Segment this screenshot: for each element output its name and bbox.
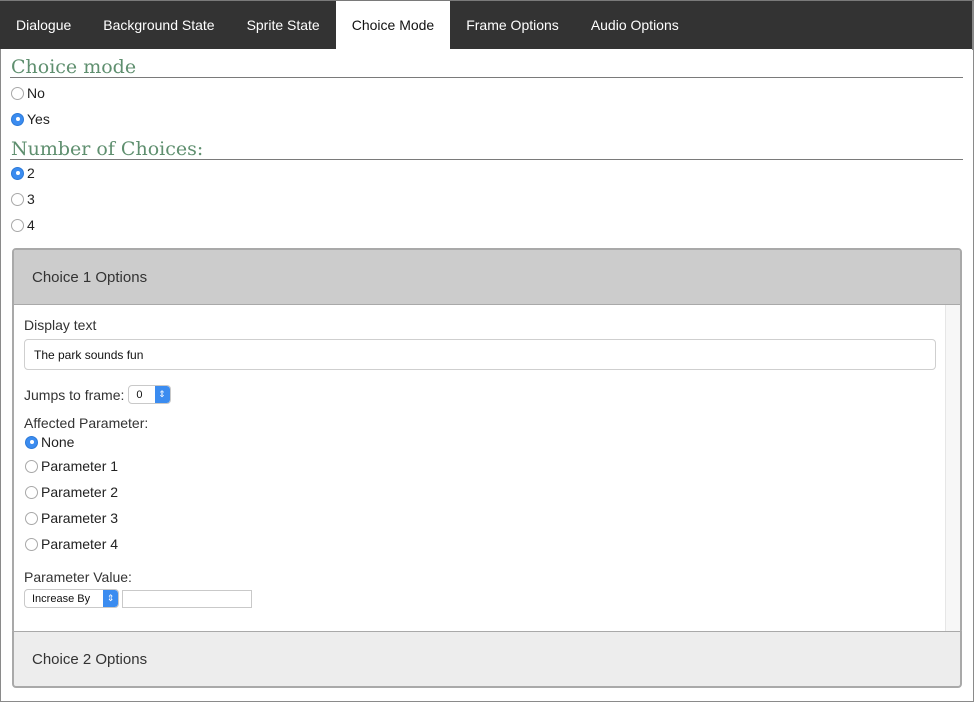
radio-button-checked[interactable]	[25, 435, 38, 449]
tab-choice-mode[interactable]: Choice Mode	[335, 1, 451, 49]
parameter-value-label: Parameter Value:	[24, 569, 132, 585]
radio-button-checked[interactable]	[11, 112, 24, 126]
jumps-to-frame-label: Jumps to frame:	[24, 386, 125, 403]
tab-dialogue[interactable]: Dialogue	[0, 1, 87, 49]
radio-label: 2	[27, 165, 35, 181]
display-text-input[interactable]: The park sounds fun	[24, 339, 936, 370]
number-of-choices-heading: Number of Choices:	[10, 139, 963, 160]
radio-button[interactable]	[25, 537, 38, 551]
radio-param-2[interactable]: Parameter 2	[24, 479, 950, 505]
choice-2-header[interactable]: Choice 2 Options	[12, 631, 962, 688]
select-arrows-icon: ⇕	[103, 590, 119, 607]
radio-param-4[interactable]: Parameter 4	[24, 531, 950, 557]
scrollbar[interactable]	[945, 305, 960, 632]
radio-button-checked[interactable]	[11, 166, 24, 180]
choice-mode-content: Choice mode No Yes Number of Choices: 2 …	[10, 49, 963, 688]
choice-1-body: Display text The park sounds fun Jumps t…	[14, 305, 960, 632]
tab-frame-options[interactable]: Frame Options	[450, 1, 575, 49]
radio-param-1[interactable]: Parameter 1	[24, 453, 950, 479]
jumps-to-frame-value: 0	[136, 388, 143, 401]
radio-label: Parameter 1	[41, 458, 119, 474]
parameter-operation-select[interactable]: Increase By ⇕	[24, 589, 120, 608]
radio-label: 3	[27, 191, 35, 207]
display-text-label: Display text	[24, 317, 97, 333]
select-arrows-icon: ⇕	[154, 386, 170, 403]
radio-label: None	[41, 434, 75, 450]
radio-label: No	[27, 85, 45, 101]
radio-label: Parameter 4	[41, 536, 119, 552]
jumps-to-frame-row: Jumps to frame: 0 ⇕	[24, 385, 950, 404]
radio-label: 4	[27, 217, 35, 233]
tab-audio-options[interactable]: Audio Options	[575, 1, 695, 49]
radio-button[interactable]	[11, 218, 24, 232]
radio-param-3[interactable]: Parameter 3	[24, 505, 950, 531]
radio-button[interactable]	[11, 86, 24, 100]
parameter-value-row: Increase By ⇕	[24, 589, 950, 608]
parameter-operation-value: Increase By	[32, 592, 91, 605]
radio-choices-4[interactable]: 4	[10, 212, 963, 238]
jumps-to-frame-select[interactable]: 0 ⇕	[128, 385, 171, 404]
tab-bar: Dialogue Background State Sprite State C…	[0, 0, 974, 50]
tab-sprite-state[interactable]: Sprite State	[231, 1, 336, 49]
radio-choice-mode-yes[interactable]: Yes	[10, 106, 963, 132]
radio-choices-2[interactable]: 2	[10, 160, 963, 186]
parameter-amount-input[interactable]	[122, 589, 253, 608]
radio-choices-3[interactable]: 3	[10, 186, 963, 212]
radio-label: Parameter 3	[41, 510, 119, 526]
radio-button[interactable]	[25, 459, 38, 473]
radio-label: Yes	[27, 111, 50, 127]
radio-label: Parameter 2	[41, 484, 119, 500]
choice-mode-heading: Choice mode	[10, 57, 963, 78]
choice-1-header[interactable]: Choice 1 Options	[14, 250, 960, 305]
radio-param-none[interactable]: None	[24, 431, 950, 453]
affected-parameter-label: Affected Parameter:	[24, 415, 149, 431]
radio-button[interactable]	[11, 192, 24, 206]
radio-button[interactable]	[25, 485, 38, 499]
radio-choice-mode-no[interactable]: No	[10, 80, 963, 106]
choice-1-panel: Choice 1 Options Display text The park s…	[12, 248, 962, 634]
tab-background-state[interactable]: Background State	[87, 1, 230, 49]
radio-button[interactable]	[25, 511, 38, 525]
